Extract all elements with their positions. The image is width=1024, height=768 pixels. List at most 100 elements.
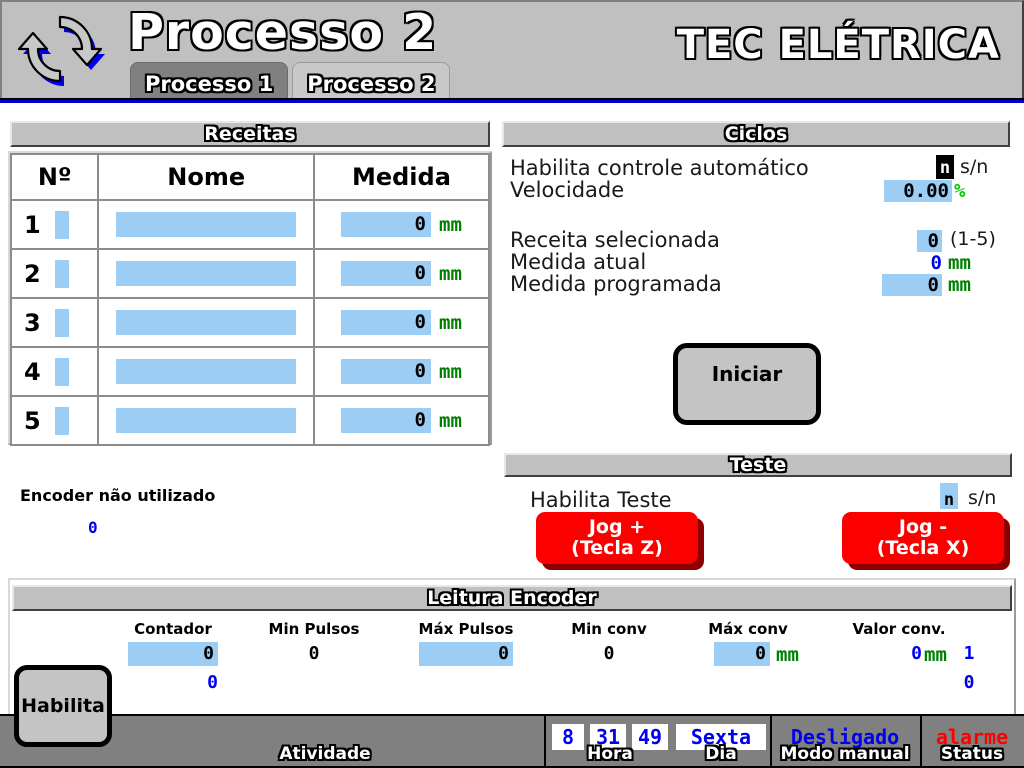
page-title: Processo 2 — [128, 4, 438, 61]
medida-programada-input[interactable]: 0 — [882, 274, 942, 296]
row-select-chip[interactable] — [54, 406, 69, 435]
tab-processo-2[interactable]: Processo 2 — [292, 62, 451, 102]
label-receita-selecionada: Receita selecionada — [510, 228, 720, 252]
row-number: 3 — [24, 308, 41, 337]
row-select-chip[interactable] — [54, 357, 69, 386]
enc-sub-valor-conv: 0 — [963, 672, 975, 693]
tab-processo-1[interactable]: Processo 1 — [130, 62, 289, 102]
unit-label: mm — [439, 311, 462, 334]
statusbar-hora-caption: Hora — [587, 744, 633, 764]
jog-minus-line1: Jog - — [898, 515, 948, 538]
habilita-teste-toggle[interactable]: n — [940, 483, 958, 510]
recipe-name-input[interactable] — [116, 408, 297, 433]
label-habilita-auto: Habilita controle automático — [510, 156, 809, 180]
jog-plus-line2: (Tecla Z) — [571, 537, 663, 559]
enc-label-valor-conv: Valor conv. — [852, 620, 946, 638]
enc-label-contador: Contador — [134, 620, 212, 638]
jog-minus-button[interactable]: Jog - (Tecla X) — [842, 512, 1004, 564]
unit-label: mm — [439, 360, 462, 383]
unit-label: mm — [439, 409, 462, 432]
encoder-unused-label: Encoder não utilizado — [20, 486, 216, 505]
enc-label-min-conv: Min conv — [571, 620, 647, 638]
table-header-row: Nº Nome Medida — [9, 153, 491, 201]
statusbar-divider — [920, 716, 922, 768]
enc-label-max-conv: Máx conv — [708, 620, 788, 638]
velocidade-unit: % — [954, 180, 966, 202]
iniciar-button[interactable]: Iniciar — [673, 343, 821, 425]
row-number: 4 — [24, 357, 41, 386]
enc-sub-contador: 0 — [207, 672, 218, 693]
enc-label-max-pulsos: Máx Pulsos — [418, 620, 514, 638]
enc-unit-max-conv: mm — [776, 644, 799, 666]
recipe-name-input[interactable] — [116, 310, 297, 335]
row-number: 5 — [24, 406, 41, 435]
brand-logotype: TEC ELÉTRICA — [676, 22, 1000, 68]
enc-value-min-pulsos: 0 — [308, 643, 320, 664]
table-row: 1 0 mm — [9, 199, 491, 250]
row-select-chip[interactable] — [54, 210, 69, 239]
recipe-measure-input[interactable]: 0 — [341, 212, 431, 237]
jog-plus-line1: Jog + — [588, 515, 646, 538]
label-medida-atual: Medida atual — [510, 250, 647, 274]
enc-value-min-conv: 0 — [603, 643, 615, 664]
receita-selecionada-input[interactable]: 0 — [917, 230, 942, 252]
column-header-numero: Nº — [9, 153, 100, 201]
label-medida-programada: Medida programada — [510, 272, 722, 296]
encoder-unused-value: 0 — [88, 518, 98, 537]
tab-bar: Processo 1 Processo 2 — [130, 62, 451, 102]
recipe-name-input[interactable] — [116, 261, 297, 286]
habilita-auto-suffix: s/n — [960, 156, 989, 178]
medida-programada-unit: mm — [948, 274, 971, 296]
app-header: Processo 2 TEC ELÉTRICA Processo 1 Proce… — [0, 0, 1024, 102]
enc-value-max-pulsos[interactable]: 0 — [419, 642, 513, 666]
recipe-measure-input[interactable]: 0 — [341, 310, 431, 335]
column-header-medida: Medida — [312, 153, 491, 201]
row-select-chip[interactable] — [54, 259, 69, 288]
column-header-nome: Nome — [97, 153, 315, 201]
enc-unit-valor-conv: mm — [924, 644, 947, 666]
receitas-panel-title: Receitas — [10, 121, 490, 147]
enc-value-contador[interactable]: 0 — [128, 642, 218, 666]
row-select-chip[interactable] — [54, 308, 69, 337]
statusbar-status-caption: Status — [940, 744, 1004, 764]
enc-value-valor-conv: 0 — [911, 643, 922, 664]
unit-label: mm — [439, 213, 462, 236]
table-row: 4 0 mm — [9, 346, 491, 397]
enc-value-max-conv[interactable]: 0 — [714, 642, 770, 666]
statusbar-dia-caption: Dia — [705, 744, 737, 764]
medida-atual-value: 0 — [930, 252, 942, 274]
habilita-teste-suffix: s/n — [968, 487, 997, 509]
habilita-button[interactable]: Habilita — [14, 665, 112, 747]
statusbar-modo-caption: Modo manual — [780, 744, 910, 764]
table-row: 5 0 mm — [9, 395, 491, 446]
jog-plus-button[interactable]: Jog + (Tecla Z) — [536, 512, 698, 564]
table-row: 3 0 mm — [9, 297, 491, 348]
leitura-encoder-panel-title: Leitura Encoder — [12, 585, 1012, 611]
recipe-measure-input[interactable]: 0 — [341, 408, 431, 433]
jog-minus-line2: (Tecla X) — [876, 537, 970, 559]
enc-label-min-pulsos: Min Pulsos — [268, 620, 360, 638]
unit-label: mm — [439, 262, 462, 285]
medida-atual-unit: mm — [948, 252, 971, 274]
enc-extra-valor-conv: 1 — [963, 643, 975, 664]
recipe-name-input[interactable] — [116, 212, 297, 237]
recipe-measure-input[interactable]: 0 — [341, 359, 431, 384]
header-divider — [0, 98, 1024, 103]
row-number: 2 — [24, 259, 41, 288]
habilita-auto-toggle[interactable]: n — [936, 155, 954, 179]
row-number: 1 — [24, 210, 41, 239]
refresh-cycle-icon — [14, 8, 106, 92]
receita-range-hint: (1-5) — [950, 228, 996, 250]
label-velocidade: Velocidade — [510, 178, 625, 202]
recipe-name-input[interactable] — [116, 359, 297, 384]
statusbar-divider — [770, 716, 772, 768]
recipe-measure-input[interactable]: 0 — [341, 261, 431, 286]
velocidade-input[interactable]: 0.00 — [884, 180, 952, 202]
status-bar: Atividade 8 : 31 : 49 Hora Sexta Dia Des… — [0, 714, 1024, 768]
ciclos-panel: Habilita controle automático n s/n Veloc… — [502, 152, 1014, 317]
teste-panel-title: Teste — [504, 453, 1012, 477]
receitas-table: Nº Nome Medida 1 0 mm 2 0 mm 3 0 mm 4 0 mm 5… — [8, 151, 492, 446]
statusbar-atividade-caption: Atividade — [279, 744, 371, 764]
label-habilita-teste: Habilita Teste — [530, 488, 672, 512]
statusbar-divider — [544, 716, 546, 768]
